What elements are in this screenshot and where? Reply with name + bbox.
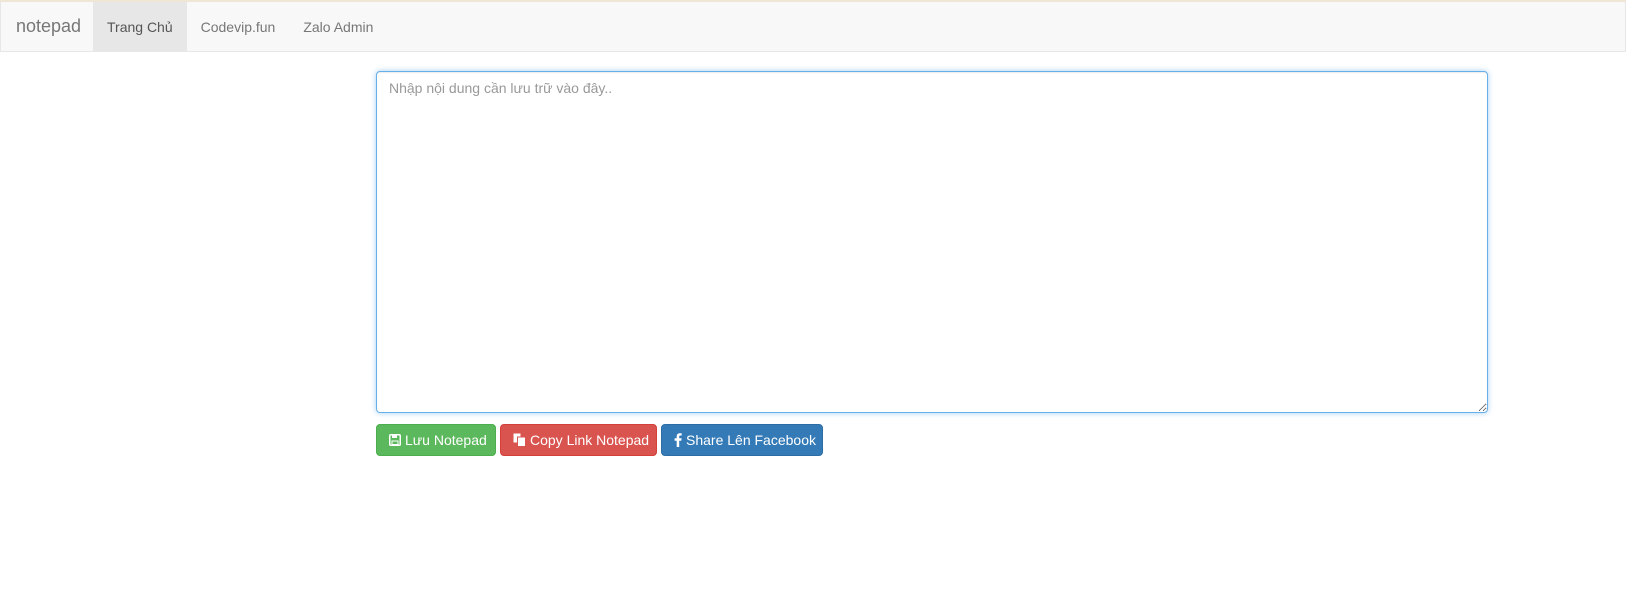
notepad-textarea[interactable]: [376, 71, 1488, 413]
share-facebook-label: Share Lên Facebook: [686, 432, 816, 448]
save-notepad-label: Lưu Notepad: [405, 432, 487, 448]
nav-item-trang-chu[interactable]: Trang Chủ: [93, 2, 187, 51]
brand-logo[interactable]: notepad: [1, 2, 93, 51]
copy-link-button[interactable]: Copy Link Notepad: [500, 424, 657, 456]
action-buttons: Lưu Notepad Copy Link Notepad Share Lên …: [376, 424, 823, 456]
facebook-icon: [674, 433, 682, 447]
navbar: notepad Trang Chủ Codevip.fun Zalo Admin: [0, 2, 1626, 52]
copy-icon: [513, 433, 526, 447]
nav-item-codevip[interactable]: Codevip.fun: [187, 2, 290, 51]
floppy-disk-icon: [389, 434, 401, 446]
nav-item-zalo-admin[interactable]: Zalo Admin: [289, 2, 387, 51]
share-facebook-button[interactable]: Share Lên Facebook: [661, 424, 823, 456]
save-notepad-button[interactable]: Lưu Notepad: [376, 424, 496, 456]
copy-link-label: Copy Link Notepad: [530, 432, 650, 448]
